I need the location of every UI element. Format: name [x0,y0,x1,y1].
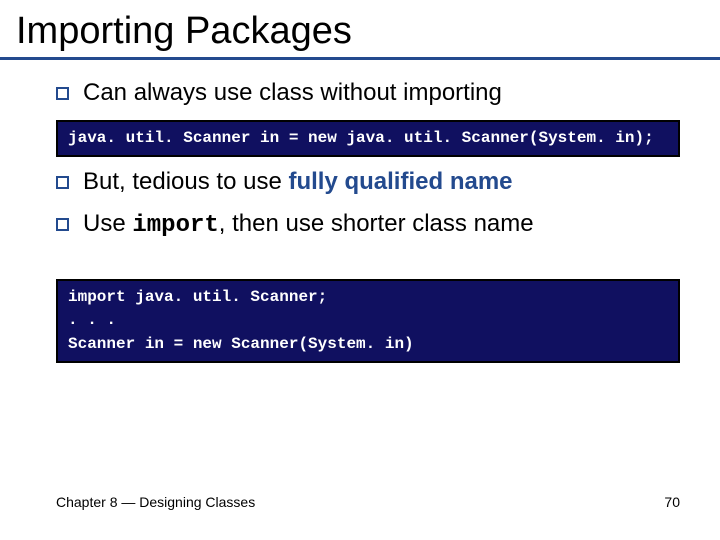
code-box-1: java. util. Scanner in = new java. util.… [56,120,680,157]
slide-content: Can always use class without importing j… [0,60,720,363]
bullet-2: But, tedious to use fully qualified name [56,167,680,197]
bullet-3-post: , then use shorter class name [219,210,534,237]
bullet-3-pre: Use [83,210,132,237]
bullet-2-emphasis: fully qualified name [288,168,512,195]
bullet-3-code: import [132,212,218,239]
bullet-2-text: But, tedious to use fully qualified name [83,167,513,197]
bullet-2-pre: But, tedious to use [83,168,288,195]
footer-page-number: 70 [664,494,680,510]
bullet-1: Can always use class without importing [56,78,680,108]
code-box-2: import java. util. Scanner; . . . Scanne… [56,279,680,363]
square-bullet-icon [56,218,69,231]
slide-title: Importing Packages [0,0,720,53]
bullet-1-text: Can always use class without importing [83,78,502,108]
square-bullet-icon [56,87,69,100]
bullet-3: Use import, then use shorter class name [56,209,680,241]
slide-footer: Chapter 8 — Designing Classes 70 [56,494,680,510]
bullet-3-text: Use import, then use shorter class name [83,209,534,241]
square-bullet-icon [56,176,69,189]
footer-chapter: Chapter 8 — Designing Classes [56,494,255,510]
